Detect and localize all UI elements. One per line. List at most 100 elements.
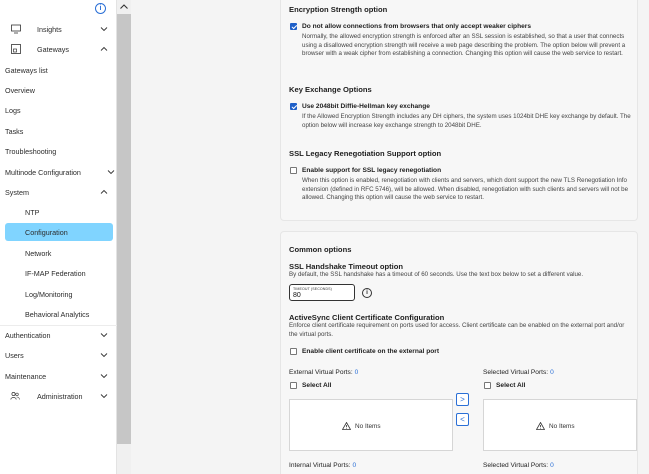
ssl-legacy-label: Enable support for SSL legacy renegotiat… — [302, 167, 442, 174]
sidebar-item-label: Configuration — [25, 227, 68, 237]
sidebar-item-maintenance[interactable]: Maintenance — [0, 366, 117, 386]
chevron-down-icon — [100, 374, 108, 379]
sidebar-item-authentication[interactable]: Authentication — [0, 325, 117, 345]
sidebar-item-configuration[interactable]: Configuration — [5, 223, 113, 241]
ssl-legacy-checkbox[interactable] — [290, 167, 297, 174]
monitor-icon — [11, 24, 21, 34]
sidebar-item-label: Gateways — [37, 44, 69, 54]
activesync-description: Enforce client certificate requirement o… — [289, 322, 625, 338]
selected-ports-label: Selected Virtual Ports: 0 — [483, 369, 554, 376]
timeout-input[interactable]: TIMEOUT (SECONDS) 80 — [289, 284, 355, 301]
scrollbar-thumb[interactable] — [117, 14, 131, 444]
ssl-legacy-title: SSL Legacy Renegotiation Support option — [289, 149, 442, 158]
handshake-description: By default, the SSL handshake has a time… — [289, 271, 584, 278]
sidebar-item-label: Users — [5, 350, 24, 360]
weak-ciphers-label: Do not allow connections from browsers t… — [302, 23, 532, 30]
sidebar-item-insights[interactable]: Insights — [0, 19, 117, 39]
sidebar-item-label: Behavioral Analytics — [25, 309, 90, 319]
common-options-title: Common options — [289, 245, 352, 254]
sidebar-item-troubleshooting[interactable]: Troubleshooting — [0, 141, 117, 161]
info-icon[interactable]: i — [95, 3, 106, 14]
internal-ports-label: Internal Virtual Ports: 0 — [289, 462, 356, 469]
sidebar-item-label: Overview — [5, 85, 35, 95]
external-ports-text: External Virtual Ports: — [289, 369, 353, 376]
chevron-down-icon — [100, 394, 108, 399]
sidebar-item-behavioral-analytics[interactable]: Behavioral Analytics — [0, 304, 117, 324]
weak-ciphers-checkbox[interactable] — [290, 23, 297, 30]
sidebar-item-administration[interactable]: Administration — [0, 386, 117, 406]
external-port-cert-label: Enable client certificate on the externa… — [302, 348, 440, 355]
timeout-input-label: TIMEOUT (SECONDS) — [293, 287, 332, 291]
dh-2048-label: Use 2048bit Diffie-Hellman key exchange — [302, 103, 430, 110]
sidebar-item-overview[interactable]: Overview — [0, 80, 117, 100]
chevron-down-icon — [100, 333, 108, 338]
chevron-up-icon — [100, 46, 108, 51]
selected-internal-ports-text: Selected Virtual Ports: — [483, 462, 549, 469]
key-exchange-title: Key Exchange Options — [289, 85, 372, 94]
sidebar-item-system[interactable]: System — [0, 182, 117, 202]
warning-icon — [342, 422, 351, 430]
chevron-up-icon[interactable] — [119, 2, 129, 12]
selected-ports-text: Selected Virtual Ports: — [483, 369, 549, 376]
selected-ports-list[interactable]: No Items — [483, 399, 637, 451]
timeout-input-value: 80 — [293, 292, 301, 299]
selected-internal-ports-count: 0 — [550, 462, 554, 469]
sidebar-item-label: Multinode Configuration — [5, 167, 81, 177]
move-right-button[interactable]: > — [456, 393, 469, 406]
sidebar-item-ntp[interactable]: NTP — [0, 202, 117, 222]
sidebar-item-label: System — [5, 187, 29, 197]
sidebar-item-label: Network — [25, 248, 52, 258]
empty-state: No Items — [342, 422, 381, 430]
chevron-down-icon — [107, 170, 115, 175]
selected-internal-ports-label: Selected Virtual Ports: 0 — [483, 462, 554, 469]
handshake-title: SSL Handshake Timeout option — [289, 262, 404, 271]
internal-ports-count: 0 — [352, 462, 357, 469]
sidebar-item-users[interactable]: Users — [0, 345, 117, 365]
key-exchange-description: If the Allowed Encryption Strength inclu… — [302, 113, 631, 129]
external-ports-label: External Virtual Ports: 0 — [289, 369, 358, 376]
common-options-card: Common options SSL Handshake Timeout opt… — [280, 231, 638, 474]
chevron-up-icon — [100, 189, 108, 194]
sidebar-item-log-monitoring[interactable]: Log/Monitoring — [0, 284, 117, 304]
ssl-legacy-description: When this option is enabled, renegotiati… — [302, 177, 629, 202]
external-port-cert-checkbox[interactable] — [290, 348, 297, 355]
external-ports-list[interactable]: No Items — [289, 399, 453, 451]
empty-state-text: No Items — [355, 422, 381, 430]
info-icon[interactable]: i — [362, 288, 372, 298]
encryption-title: Encryption Strength option — [289, 5, 388, 14]
main-content: Encryption Strength option Do not allow … — [131, 0, 649, 474]
sidebar-item-label: Insights — [37, 24, 62, 34]
selected-select-all-label: Select All — [496, 382, 526, 389]
gateway-icon — [11, 44, 21, 54]
sidebar-item-ifmap[interactable]: IF-MAP Federation — [0, 263, 117, 283]
external-select-all-checkbox[interactable] — [290, 382, 297, 389]
move-left-button[interactable]: < — [456, 413, 469, 426]
warning-icon — [536, 422, 545, 430]
sidebar-item-label: NTP — [25, 207, 40, 217]
encryption-description: Normally, the allowed encryption strengt… — [302, 33, 626, 58]
chevron-down-icon — [100, 353, 108, 358]
sidebar-item-network[interactable]: Network — [0, 243, 117, 263]
sidebar-item-label: Gateways list — [5, 65, 48, 75]
sidebar-item-label: Maintenance — [5, 371, 47, 381]
chevron-down-icon — [100, 27, 108, 32]
dh-2048-checkbox[interactable] — [290, 103, 297, 110]
external-select-all-label: Select All — [302, 382, 332, 389]
selected-ports-count: 0 — [550, 369, 554, 376]
users-icon — [10, 392, 20, 400]
activesync-title: ActiveSync Client Certificate Configurat… — [289, 313, 445, 322]
sidebar-item-logs[interactable]: Logs — [0, 100, 117, 120]
external-ports-count: 0 — [354, 369, 359, 376]
sidebar-item-gateways-list[interactable]: Gateways list — [0, 60, 117, 80]
sidebar-item-gateways[interactable]: Gateways — [0, 39, 117, 59]
sidebar-scrollbar[interactable] — [117, 0, 131, 474]
empty-state: No Items — [536, 422, 575, 430]
selected-select-all-checkbox[interactable] — [484, 382, 491, 389]
sidebar-item-multinode[interactable]: Multinode Configuration — [0, 162, 117, 182]
internal-ports-text: Internal Virtual Ports: — [289, 462, 351, 469]
sidebar: i Insights Gateways Gateways list Overvi… — [0, 0, 117, 474]
sidebar-item-label: Troubleshooting — [5, 146, 57, 156]
sidebar-item-tasks[interactable]: Tasks — [0, 121, 117, 141]
sidebar-item-label: IF-MAP Federation — [25, 268, 86, 278]
sidebar-item-label: Log/Monitoring — [25, 289, 73, 299]
